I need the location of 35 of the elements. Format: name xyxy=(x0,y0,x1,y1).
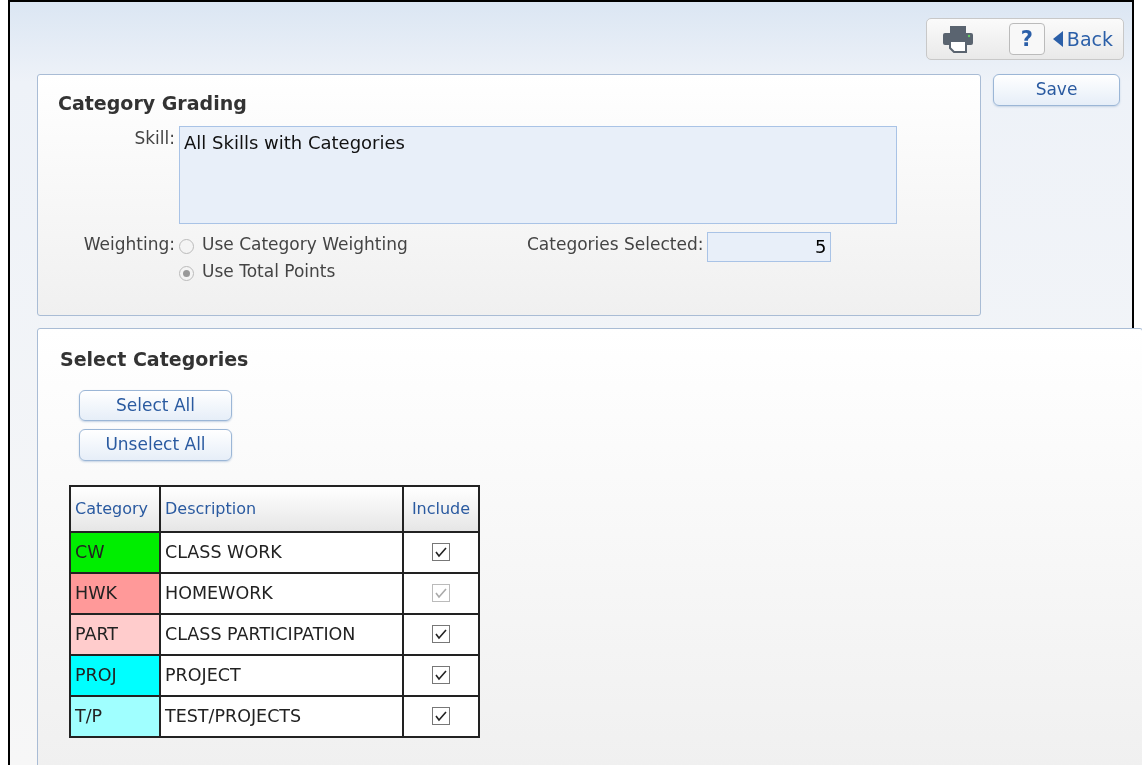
radio-button[interactable] xyxy=(179,266,194,282)
description-cell: HOMEWORK xyxy=(160,572,403,614)
include-checkbox[interactable] xyxy=(432,706,450,725)
radio-label: Use Total Points xyxy=(202,260,336,283)
back-link[interactable]: Back xyxy=(1052,24,1113,54)
description-cell: CLASS WORK xyxy=(160,531,403,573)
unselect-all-button[interactable]: Unselect All xyxy=(79,429,232,461)
include-checkbox[interactable] xyxy=(432,542,450,561)
print-icon[interactable] xyxy=(940,24,975,54)
category-code-cell: HWK xyxy=(70,572,160,614)
weighting-label: Weighting: xyxy=(82,232,175,256)
include-checkbox[interactable] xyxy=(432,665,450,684)
select-all-button[interactable]: Select All xyxy=(79,389,232,421)
column-header: Category xyxy=(70,485,160,532)
description-cell: CLASS PARTICIPATION xyxy=(160,613,403,655)
category-code-cell: CW xyxy=(70,531,160,573)
radio-label: Use Category Weighting xyxy=(202,232,408,256)
categories-selected-label: Categories Selected: xyxy=(527,232,704,256)
help-button[interactable]: ? xyxy=(1008,23,1045,55)
include-checkbox[interactable] xyxy=(432,624,450,643)
skill-label: Skill: xyxy=(133,126,175,150)
panel-title: Category Grading xyxy=(58,91,248,116)
skill-field[interactable]: All Skills with Categories xyxy=(179,125,897,224)
description-cell: TEST/PROJECTS xyxy=(160,695,403,737)
radio-button[interactable] xyxy=(179,238,194,254)
save-button[interactable]: Save xyxy=(993,74,1120,106)
category-code-cell: T/P xyxy=(70,695,160,737)
column-header: Description xyxy=(160,485,403,532)
categories-selected-field[interactable]: 5 xyxy=(707,231,832,262)
panel-title: Select Categories xyxy=(60,347,250,372)
category-code-cell: PART xyxy=(70,613,160,655)
category-code-cell: PROJ xyxy=(70,654,160,696)
column-header: Include xyxy=(403,485,479,532)
back-arrow-icon xyxy=(1052,31,1063,47)
description-cell: PROJECT xyxy=(160,654,403,696)
